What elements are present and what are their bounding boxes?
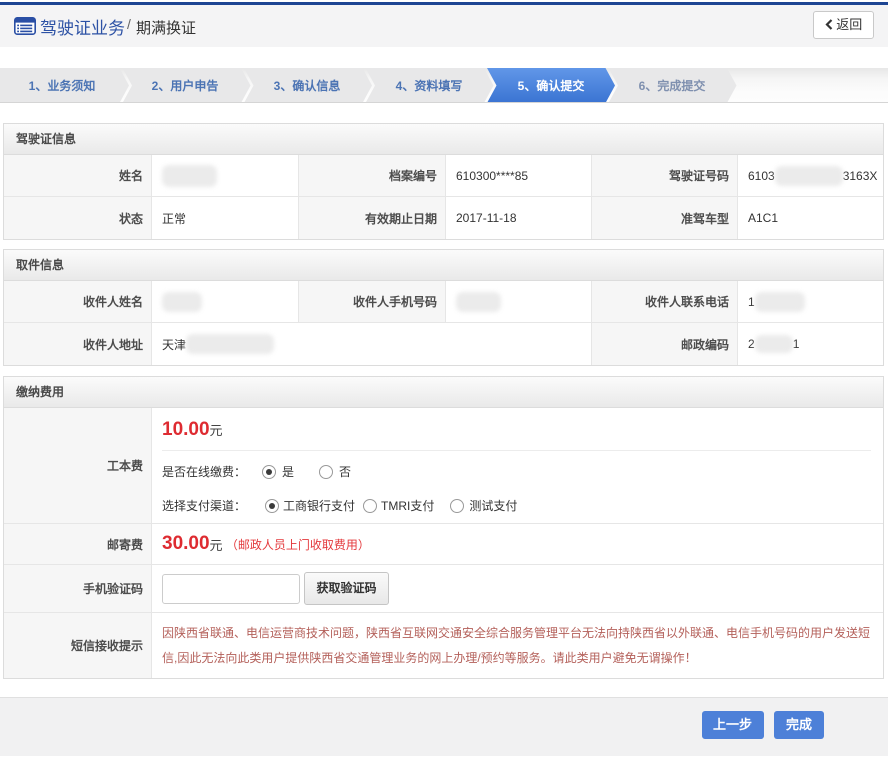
- svg-text:4、资料填写: 4、资料填写: [396, 78, 463, 93]
- svg-text:5、确认提交: 5、确认提交: [518, 78, 585, 93]
- svg-text:1、业务须知: 1、业务须知: [29, 78, 96, 93]
- svg-text:6、完成提交: 6、完成提交: [639, 78, 706, 93]
- svg-text:2、用户申告: 2、用户申告: [152, 78, 219, 93]
- svg-text:3、确认信息: 3、确认信息: [274, 78, 341, 93]
